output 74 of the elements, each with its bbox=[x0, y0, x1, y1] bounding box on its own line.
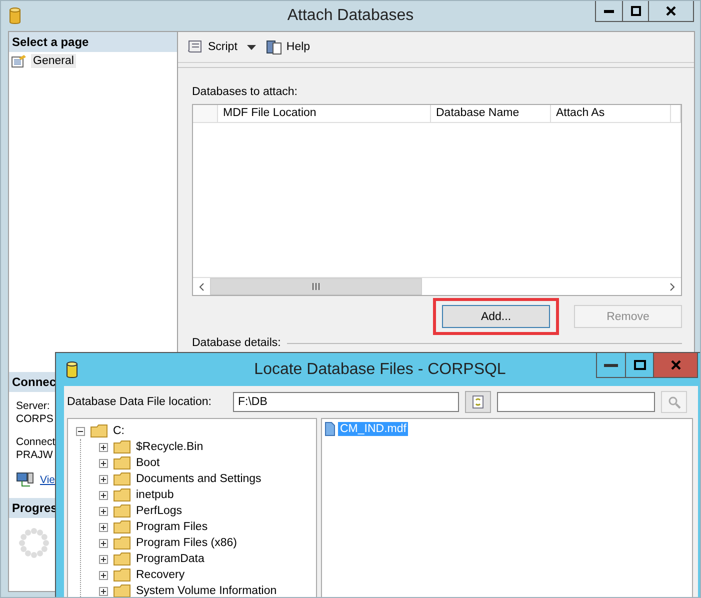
column-header[interactable]: Database Name bbox=[431, 105, 551, 122]
section-label: Databases to attach: bbox=[192, 86, 298, 98]
refresh-button[interactable] bbox=[465, 391, 491, 413]
tree-item[interactable]: Recovery bbox=[134, 569, 185, 581]
tree-item[interactable]: Boot bbox=[134, 457, 160, 469]
close-icon bbox=[666, 6, 676, 16]
help-button[interactable]: Help bbox=[264, 37, 312, 57]
column-header[interactable]: MDF File Location bbox=[218, 105, 431, 122]
maximize-icon bbox=[630, 6, 640, 16]
expand-icon[interactable] bbox=[99, 554, 108, 564]
expand-icon[interactable] bbox=[99, 442, 108, 452]
folder-icon bbox=[113, 440, 131, 454]
minimize-icon bbox=[604, 363, 618, 367]
help-book-icon bbox=[266, 39, 282, 55]
tree-item[interactable]: $Recycle.Bin bbox=[134, 441, 204, 453]
window-title: Attach Databases bbox=[287, 7, 414, 25]
connection-text: CORPS bbox=[16, 413, 54, 426]
field-label: Database Data File location: bbox=[67, 396, 212, 408]
folder-icon bbox=[113, 488, 131, 502]
maximize-icon bbox=[634, 360, 646, 370]
expand-icon[interactable] bbox=[99, 570, 108, 580]
expand-icon[interactable] bbox=[99, 586, 108, 596]
expand-icon[interactable] bbox=[99, 538, 108, 548]
section-header: Select a page bbox=[9, 32, 177, 52]
scroll-icon bbox=[186, 39, 204, 55]
folder-icon bbox=[113, 584, 131, 597]
tree-item[interactable]: System Volume Information bbox=[134, 585, 277, 597]
tree-item[interactable]: Program Files bbox=[134, 521, 208, 533]
connection-text: Connect bbox=[16, 436, 56, 449]
search-icon bbox=[668, 396, 680, 408]
tree-item[interactable]: ProgramData bbox=[134, 553, 204, 565]
folder-icon bbox=[113, 504, 131, 518]
folder-icon bbox=[113, 536, 131, 550]
window-title: Locate Database Files - CORPSQL bbox=[254, 360, 506, 378]
folder-icon bbox=[113, 472, 131, 486]
column-header[interactable]: Attach As bbox=[551, 105, 671, 122]
tree-item[interactable]: Documents and Settings bbox=[134, 473, 262, 485]
view-link[interactable]: Vie bbox=[40, 474, 55, 486]
script-dropdown-button[interactable]: Script bbox=[184, 37, 258, 57]
connection-text: Server: bbox=[16, 400, 50, 413]
file-name-field[interactable] bbox=[497, 392, 655, 412]
folder-icon bbox=[113, 552, 131, 566]
properties-page-icon bbox=[11, 54, 27, 68]
expand-icon[interactable] bbox=[99, 506, 108, 516]
folder-icon bbox=[90, 424, 108, 438]
close-icon bbox=[670, 360, 680, 370]
grip-icon bbox=[312, 283, 320, 290]
file-icon bbox=[325, 422, 335, 436]
folder-icon bbox=[113, 456, 131, 470]
server-connection-icon bbox=[16, 472, 34, 488]
horizontal-scrollbar[interactable] bbox=[193, 277, 681, 295]
expand-icon[interactable] bbox=[99, 474, 108, 484]
dialog-button[interactable]: Add... bbox=[442, 305, 550, 328]
location-field[interactable]: F:\DB bbox=[233, 392, 459, 412]
connection-text: PRAJW bbox=[16, 449, 53, 462]
minimize-icon bbox=[604, 9, 614, 13]
tree-item[interactable]: inetpub bbox=[134, 489, 174, 501]
folder-icon bbox=[113, 568, 131, 582]
caret-icon bbox=[247, 44, 256, 50]
page-item[interactable]: General bbox=[31, 54, 76, 68]
scroll-left-icon[interactable] bbox=[199, 282, 204, 290]
progress-spinner-icon bbox=[19, 528, 49, 558]
tree-item[interactable]: Program Files (x86) bbox=[134, 537, 237, 549]
expand-icon[interactable] bbox=[99, 522, 108, 532]
expand-icon[interactable] bbox=[99, 458, 108, 468]
refresh-icon bbox=[472, 395, 484, 409]
database-icon bbox=[66, 360, 78, 378]
section-label: Database details: bbox=[192, 337, 281, 349]
database-icon bbox=[9, 7, 21, 25]
folder-icon bbox=[113, 520, 131, 534]
expand-icon[interactable] bbox=[99, 490, 108, 500]
scroll-right-icon[interactable] bbox=[670, 282, 675, 290]
collapse-icon[interactable] bbox=[76, 426, 85, 436]
tree-item[interactable]: C: bbox=[111, 425, 124, 437]
